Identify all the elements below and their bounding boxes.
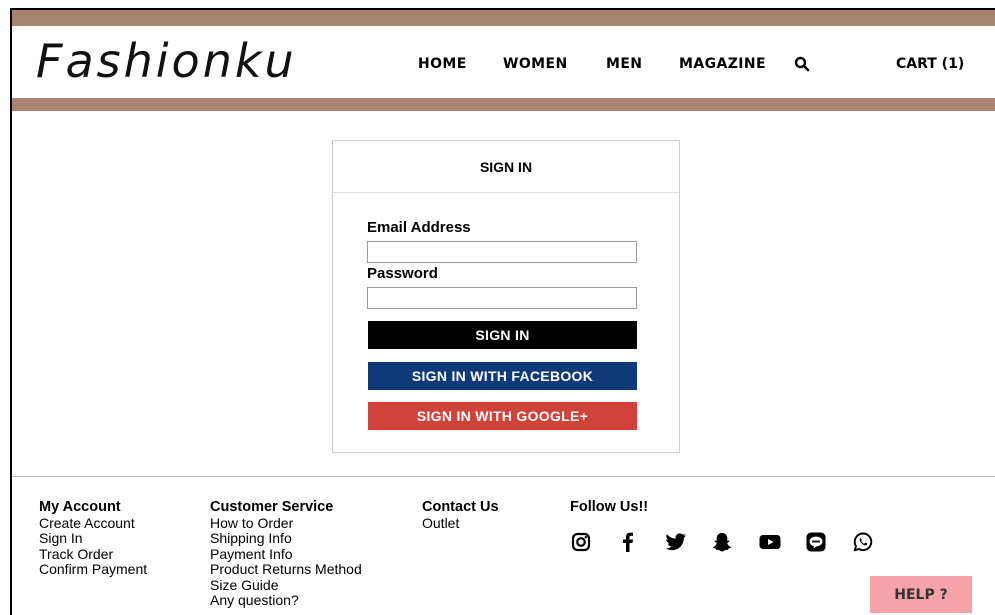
social-icons (570, 531, 899, 555)
footer-link-outlet[interactable]: Outlet (422, 515, 499, 532)
nav-home[interactable]: HOME (418, 56, 467, 72)
email-label: Email Address (367, 219, 471, 236)
footer-link-confirm-payment[interactable]: Confirm Payment (39, 561, 147, 578)
youtube-icon[interactable] (758, 531, 805, 555)
snapchat-icon[interactable] (711, 531, 758, 555)
site-logo[interactable]: Fashionku (36, 34, 297, 88)
footer-link-shipping-info[interactable]: Shipping Info (210, 530, 362, 547)
page-frame: Fashionku HOME WOMEN MEN MAGAZINE CART (… (10, 8, 995, 615)
help-button[interactable]: HELP ? (870, 576, 972, 613)
signin-title: SIGN IN (333, 141, 679, 193)
footer-divider (12, 476, 995, 477)
email-field[interactable] (367, 241, 637, 263)
footer-my-account: My Account Create Account Sign In Track … (39, 499, 147, 578)
footer-link-track-order[interactable]: Track Order (39, 546, 147, 563)
signin-button[interactable]: SIGN IN (368, 321, 637, 349)
cart-link[interactable]: CART (1) (896, 56, 964, 72)
footer-follow-us: Follow Us!! (570, 499, 649, 516)
password-field[interactable] (367, 287, 637, 309)
footer-contact-us: Contact Us Outlet (422, 499, 499, 532)
header-bottom-bar (12, 98, 995, 111)
line-icon[interactable] (805, 531, 852, 555)
search-icon[interactable] (794, 56, 810, 72)
footer-heading: Contact Us (422, 499, 499, 515)
nav-magazine[interactable]: MAGAZINE (679, 56, 766, 72)
footer-customer-service: Customer Service How to Order Shipping I… (210, 499, 362, 609)
footer-link-sign-in[interactable]: Sign In (39, 530, 147, 547)
footer-heading: Customer Service (210, 499, 334, 515)
footer-heading: Follow Us!! (570, 499, 649, 515)
footer-link-size-guide[interactable]: Size Guide (210, 577, 362, 594)
footer-link-create-account[interactable]: Create Account (39, 515, 147, 532)
footer-heading: My Account (39, 499, 121, 515)
footer-link-payment-info[interactable]: Payment Info (210, 546, 362, 563)
footer-link-how-to-order[interactable]: How to Order (210, 515, 362, 532)
nav-women[interactable]: WOMEN (503, 56, 568, 72)
site-header: Fashionku HOME WOMEN MEN MAGAZINE CART (… (12, 26, 995, 98)
signin-card: SIGN IN Email Address Password SIGN IN S… (332, 140, 680, 453)
nav-men[interactable]: MEN (606, 56, 642, 72)
twitter-icon[interactable] (664, 531, 711, 555)
google-signin-button[interactable]: SIGN IN WITH GOOGLE+ (368, 402, 637, 430)
facebook-icon[interactable] (617, 531, 664, 555)
whatsapp-icon[interactable] (852, 531, 899, 555)
instagram-icon[interactable] (570, 531, 617, 555)
facebook-signin-button[interactable]: SIGN IN WITH FACEBOOK (368, 362, 637, 390)
header-top-bar (12, 10, 995, 26)
password-label: Password (367, 265, 438, 282)
footer-link-returns[interactable]: Product Returns Method (210, 561, 362, 578)
footer-link-any-question[interactable]: Any question? (210, 592, 362, 609)
